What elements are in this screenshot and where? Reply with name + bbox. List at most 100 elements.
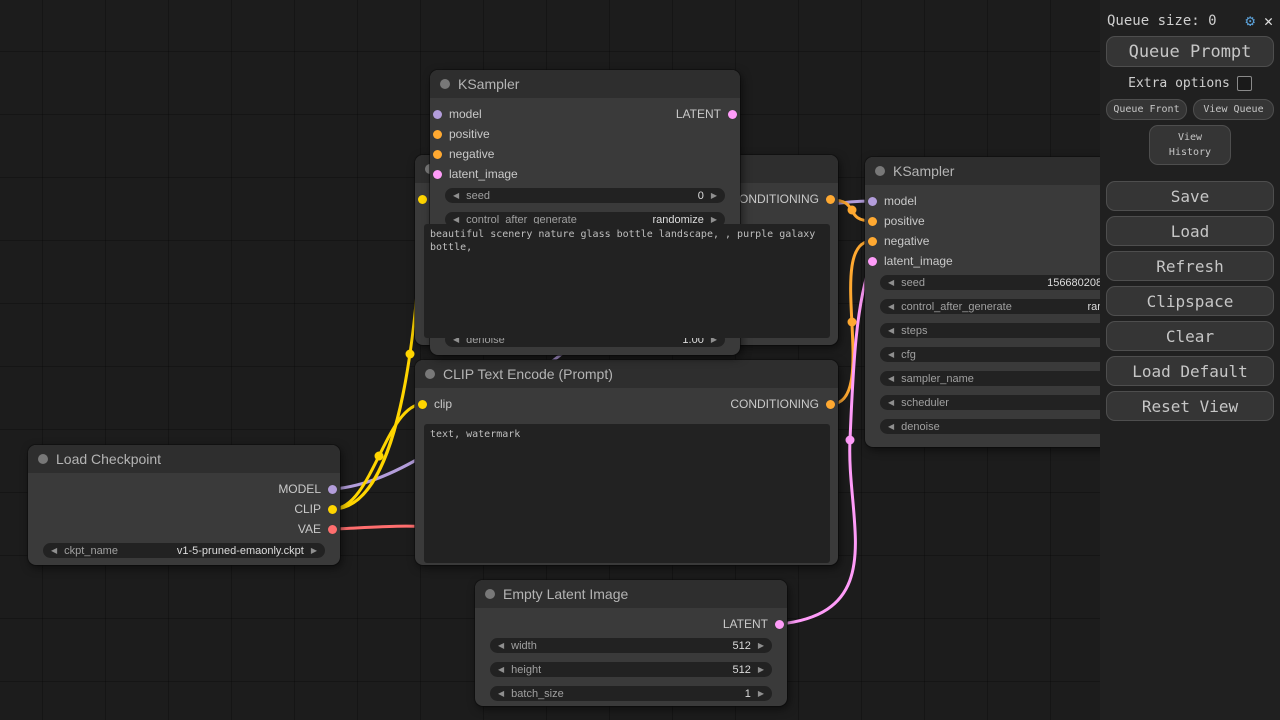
widget-seed[interactable]: ◀ seed 0 ▶	[445, 188, 725, 203]
collapse-toggle-icon[interactable]	[425, 369, 435, 379]
latent-image-input-slot[interactable]	[868, 257, 877, 266]
queue-size-label: Queue size: 0	[1107, 13, 1236, 29]
widget-label: cfg	[901, 349, 916, 361]
node-title: Load Checkpoint	[56, 451, 161, 467]
link-dot	[406, 350, 415, 359]
model-input-slot[interactable]	[868, 197, 877, 206]
positive-input-slot[interactable]	[433, 130, 442, 139]
widget-label: steps	[901, 325, 927, 337]
collapse-toggle-icon[interactable]	[485, 589, 495, 599]
widget-left-arrow-icon[interactable]: ◀	[51, 547, 57, 555]
close-icon[interactable]: ✕	[1264, 12, 1273, 30]
widget-value[interactable]: v1-5-pruned-emaonly.ckpt	[177, 545, 304, 557]
node-title-bar[interactable]: KSampler	[430, 70, 740, 98]
slot-label: latent_image	[884, 254, 953, 268]
widget-label: control_after_generate	[901, 301, 1012, 313]
clip-output-slot[interactable]	[328, 505, 337, 514]
widget-value[interactable]: 512	[732, 640, 750, 652]
negative-input-slot[interactable]	[868, 237, 877, 246]
extra-options-checkbox[interactable]	[1237, 76, 1252, 91]
widget-left-arrow-icon[interactable]: ◀	[498, 690, 504, 698]
vae-output-slot[interactable]	[328, 525, 337, 534]
slot-label: latent_image	[449, 167, 518, 181]
node-title: Empty Latent Image	[503, 586, 628, 602]
comfy-menu: Queue size: 0 ⚙ ✕ Queue Prompt Extra opt…	[1100, 0, 1280, 720]
slot-row: clip CONDITIONING	[415, 394, 838, 414]
widget-left-arrow-icon[interactable]: ◀	[888, 375, 894, 383]
clear-button[interactable]: Clear	[1106, 321, 1274, 351]
collapse-toggle-icon[interactable]	[38, 454, 48, 464]
refresh-button[interactable]: Refresh	[1106, 251, 1274, 281]
widget-right-arrow-icon[interactable]: ▶	[758, 666, 764, 674]
latent-output-slot[interactable]	[728, 110, 737, 119]
load-default-button[interactable]: Load Default	[1106, 356, 1274, 386]
widget-batch-size[interactable]: ◀ batch_size 1 ▶	[490, 686, 772, 701]
widget-left-arrow-icon[interactable]: ◀	[888, 327, 894, 335]
conditioning-output-slot[interactable]	[826, 195, 835, 204]
slot-label: CONDITIONING	[730, 192, 819, 206]
view-history-button[interactable]: View History	[1149, 125, 1231, 165]
load-button[interactable]: Load	[1106, 216, 1274, 246]
positive-prompt-textarea[interactable]: beautiful scenery nature glass bottle la…	[424, 224, 830, 338]
widget-value[interactable]: 512	[732, 664, 750, 676]
extra-options-label: Extra options	[1128, 76, 1230, 91]
slot-row: latent_image	[430, 164, 740, 184]
node-title: KSampler	[458, 76, 519, 92]
slot-row: LATENT	[475, 614, 787, 634]
widget-left-arrow-icon[interactable]: ◀	[888, 279, 894, 287]
slot-label: positive	[449, 127, 490, 141]
comfyui-app: CLIP Text Encode (Prompt) clip CONDITION…	[0, 0, 1280, 720]
widget-label: ckpt_name	[64, 545, 118, 557]
conditioning-output-slot[interactable]	[826, 400, 835, 409]
queue-front-button[interactable]: Queue Front	[1106, 99, 1187, 120]
widget-ckpt-name[interactable]: ◀ ckpt_name v1-5-pruned-emaonly.ckpt ▶	[43, 543, 325, 558]
positive-input-slot[interactable]	[868, 217, 877, 226]
latent-image-input-slot[interactable]	[433, 170, 442, 179]
widget-right-arrow-icon[interactable]: ▶	[711, 192, 717, 200]
save-button[interactable]: Save	[1106, 181, 1274, 211]
latent-output-slot[interactable]	[775, 620, 784, 629]
reset-view-button[interactable]: Reset View	[1106, 391, 1274, 421]
widget-left-arrow-icon[interactable]: ◀	[498, 666, 504, 674]
widget-label: seed	[901, 277, 925, 289]
widget-value[interactable]: 1	[745, 688, 751, 700]
view-queue-button[interactable]: View Queue	[1193, 99, 1274, 120]
node-load-checkpoint[interactable]: Load Checkpoint MODEL CLIP VAE ◀ c	[28, 445, 340, 565]
model-input-slot[interactable]	[433, 110, 442, 119]
slot-row: MODEL	[28, 479, 340, 499]
widget-left-arrow-icon[interactable]: ◀	[888, 303, 894, 311]
widget-width[interactable]: ◀ width 512 ▶	[490, 638, 772, 653]
collapse-toggle-icon[interactable]	[440, 79, 450, 89]
clip-input-slot[interactable]	[418, 195, 427, 204]
model-output-slot[interactable]	[328, 485, 337, 494]
widget-value[interactable]: 0	[698, 190, 704, 202]
slot-label: MODEL	[278, 482, 321, 496]
settings-gear-icon[interactable]: ⚙	[1245, 11, 1255, 30]
widget-right-arrow-icon[interactable]: ▶	[758, 642, 764, 650]
slot-row: positive	[430, 124, 740, 144]
queue-prompt-button[interactable]: Queue Prompt	[1106, 36, 1274, 67]
widget-label: seed	[466, 190, 490, 202]
widget-right-arrow-icon[interactable]: ▶	[758, 690, 764, 698]
clip-input-slot[interactable]	[418, 400, 427, 409]
clipspace-button[interactable]: Clipspace	[1106, 286, 1274, 316]
slot-label: VAE	[298, 522, 321, 536]
widget-height[interactable]: ◀ height 512 ▶	[490, 662, 772, 677]
node-title-bar[interactable]: Empty Latent Image	[475, 580, 787, 608]
widget-left-arrow-icon[interactable]: ◀	[888, 399, 894, 407]
node-title-bar[interactable]: CLIP Text Encode (Prompt)	[415, 360, 838, 388]
widget-right-arrow-icon[interactable]: ▶	[711, 216, 717, 224]
node-title-bar[interactable]: Load Checkpoint	[28, 445, 340, 473]
widget-left-arrow-icon[interactable]: ◀	[453, 216, 459, 224]
widget-right-arrow-icon[interactable]: ▶	[311, 547, 317, 555]
collapse-toggle-icon[interactable]	[875, 166, 885, 176]
slot-label: model	[449, 107, 482, 121]
widget-left-arrow-icon[interactable]: ◀	[888, 423, 894, 431]
widget-left-arrow-icon[interactable]: ◀	[498, 642, 504, 650]
node-empty-latent-image[interactable]: Empty Latent Image LATENT ◀ width 512 ▶ …	[475, 580, 787, 706]
link-dot	[848, 206, 857, 215]
negative-prompt-textarea[interactable]: text, watermark	[424, 424, 830, 563]
widget-left-arrow-icon[interactable]: ◀	[888, 351, 894, 359]
widget-left-arrow-icon[interactable]: ◀	[453, 192, 459, 200]
negative-input-slot[interactable]	[433, 150, 442, 159]
